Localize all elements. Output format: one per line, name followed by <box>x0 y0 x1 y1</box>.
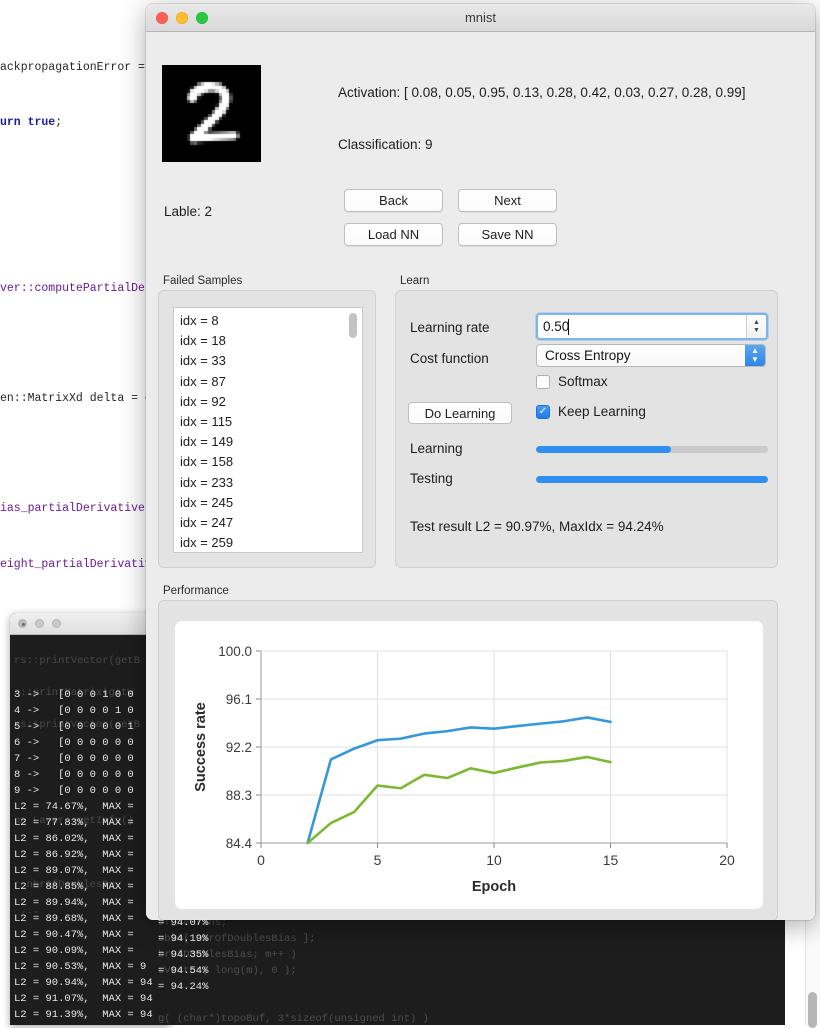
list-item[interactable]: idx = 158 <box>180 452 362 472</box>
window-titlebar[interactable]: mnist <box>146 4 815 32</box>
learning-rate-label: Learning rate <box>410 320 490 335</box>
code-editor-text[interactable]: ackpropagationError = urn true; ver::com… <box>0 22 170 622</box>
chart-xtick-label: 0 <box>257 852 265 868</box>
list-item[interactable]: idx = 87 <box>180 372 362 392</box>
failed-samples-title: Failed Samples <box>163 275 243 287</box>
failed-samples-list[interactable]: idx = 8 idx = 18 idx = 33 idx = 87 idx = 92 i… <box>173 307 363 553</box>
terminal-close-icon[interactable] <box>18 619 27 628</box>
chart-ytick-label: 84.4 <box>226 836 253 851</box>
list-item[interactable]: idx = 149 <box>180 432 362 452</box>
cost-function-select[interactable]: Cross Entropy ▲ ▼ <box>536 344 766 367</box>
digit-image <box>162 65 261 162</box>
activation-text: Activation: [ 0.08, 0.05, 0.95, 0.13, 0.… <box>338 85 746 100</box>
window-content: Lable: 2 Activation: [ 0.08, 0.05, 0.95,… <box>146 32 815 920</box>
softmax-label: Softmax <box>558 374 608 389</box>
classification-text: Classification: 9 <box>338 137 433 152</box>
mnist-app-window[interactable]: mnist Lable: 2 Activation: [ 0.08, 0.05,… <box>146 4 815 920</box>
terminal-output: rs::printVector(getB r::printMatrix(getW… <box>10 635 170 1025</box>
back-button[interactable]: Back <box>344 189 443 212</box>
chart-series-maxidx <box>306 716 612 845</box>
list-item[interactable]: idx = 18 <box>180 331 362 351</box>
chart-ytick-label: 92.2 <box>226 740 252 755</box>
chart-series-l2 <box>306 755 612 845</box>
learn-title: Learn <box>400 275 430 287</box>
digit-label: Lable: 2 <box>164 204 213 219</box>
text-cursor <box>568 319 569 335</box>
terminal-extended-text: = 94.07% = 94.19% = 94.35% = 94.54% = 94… <box>158 917 209 993</box>
list-item[interactable]: idx = 233 <box>180 473 362 493</box>
list-item[interactable]: idx = 259 <box>180 533 362 552</box>
chart-ytick-label: 88.3 <box>226 788 252 803</box>
performance-group: 84.4 88.3 92.2 96.1 100.0 0 5 10 15 20 Epoch Succes… <box>158 600 778 920</box>
list-item[interactable]: idx = 247 <box>180 513 362 533</box>
learning-progress-bar <box>536 446 768 453</box>
list-item[interactable]: idx = 33 <box>180 351 362 371</box>
save-nn-button[interactable]: Save NN <box>458 223 557 246</box>
list-item[interactable]: idx = 92 <box>180 392 362 412</box>
keep-learning-checkbox[interactable]: ✓ <box>536 404 550 419</box>
cost-function-value: Cross Entropy <box>545 348 631 363</box>
chart-xtick-label: 15 <box>603 852 619 868</box>
digit-canvas <box>162 65 261 162</box>
learning-rate-stepper[interactable]: ▲ ▼ <box>536 313 768 340</box>
learning-progress-fill <box>536 446 671 453</box>
cost-function-label: Cost function <box>410 351 489 366</box>
next-button[interactable]: Next <box>458 189 557 212</box>
failed-samples-scrollbar-thumb[interactable] <box>349 313 357 338</box>
terminal-foreground-text: 3 -> [0 0 0 1 0 0 4 -> [0 0 0 0 1 0 5 ->… <box>14 689 153 1021</box>
list-item[interactable]: idx = 115 <box>180 412 362 432</box>
chart-xtick-label: 10 <box>486 852 502 868</box>
chart-ytick-label: 100.0 <box>218 644 252 659</box>
performance-title: Performance <box>163 585 229 597</box>
softmax-checkbox[interactable] <box>536 374 550 389</box>
learn-group: Learning rate ▲ ▼ Cost function Cross En… <box>395 290 778 568</box>
testing-progress-fill <box>536 476 768 483</box>
terminal-zoom-icon[interactable] <box>52 619 61 628</box>
load-nn-button[interactable]: Load NN <box>344 223 443 246</box>
spinner-up-icon[interactable]: ▲ <box>753 319 760 326</box>
chart-yaxis-label: Success rate <box>193 702 209 791</box>
list-item[interactable]: idx = 245 <box>180 493 362 513</box>
chart-ytick-label: 96.1 <box>226 692 252 707</box>
failed-samples-scrollbar[interactable] <box>347 309 361 552</box>
test-result-text: Test result L2 = 90.97%, MaxIdx = 94.24% <box>410 519 664 534</box>
learning-progress-label: Learning <box>410 441 463 456</box>
chart-xtick-label: 20 <box>719 852 735 868</box>
testing-progress-bar <box>536 476 768 483</box>
editor-scrollbar-thumb[interactable] <box>808 992 817 1028</box>
chevron-updown-icon[interactable]: ▲ ▼ <box>745 345 765 366</box>
learning-rate-input[interactable] <box>538 315 746 338</box>
keep-learning-checkbox-row[interactable]: ✓ Keep Learning <box>536 404 646 419</box>
performance-chart-card: 84.4 88.3 92.2 96.1 100.0 0 5 10 15 20 Epoch Succes… <box>175 621 763 909</box>
failed-samples-group: idx = 8 idx = 18 idx = 33 idx = 87 idx = 92 i… <box>158 290 376 568</box>
chart-xaxis-label: Epoch <box>472 879 516 895</box>
keep-learning-label: Keep Learning <box>558 404 646 419</box>
performance-chart: 84.4 88.3 92.2 96.1 100.0 0 5 10 15 20 Epoch Succes… <box>193 644 735 895</box>
learning-rate-spinner[interactable]: ▲ ▼ <box>746 315 766 338</box>
chart-xtick-label: 5 <box>374 852 382 868</box>
list-item[interactable]: idx = 8 <box>180 311 362 331</box>
window-title: mnist <box>464 10 497 25</box>
failed-samples-list-items: idx = 8 idx = 18 idx = 33 idx = 87 idx = 92 i… <box>174 308 362 552</box>
softmax-checkbox-row[interactable]: Softmax <box>536 374 608 389</box>
terminal-minimize-icon[interactable] <box>35 619 44 628</box>
spinner-down-icon[interactable]: ▼ <box>753 327 760 334</box>
do-learning-button[interactable]: Do Learning <box>408 402 512 424</box>
testing-progress-label: Testing <box>410 471 453 486</box>
